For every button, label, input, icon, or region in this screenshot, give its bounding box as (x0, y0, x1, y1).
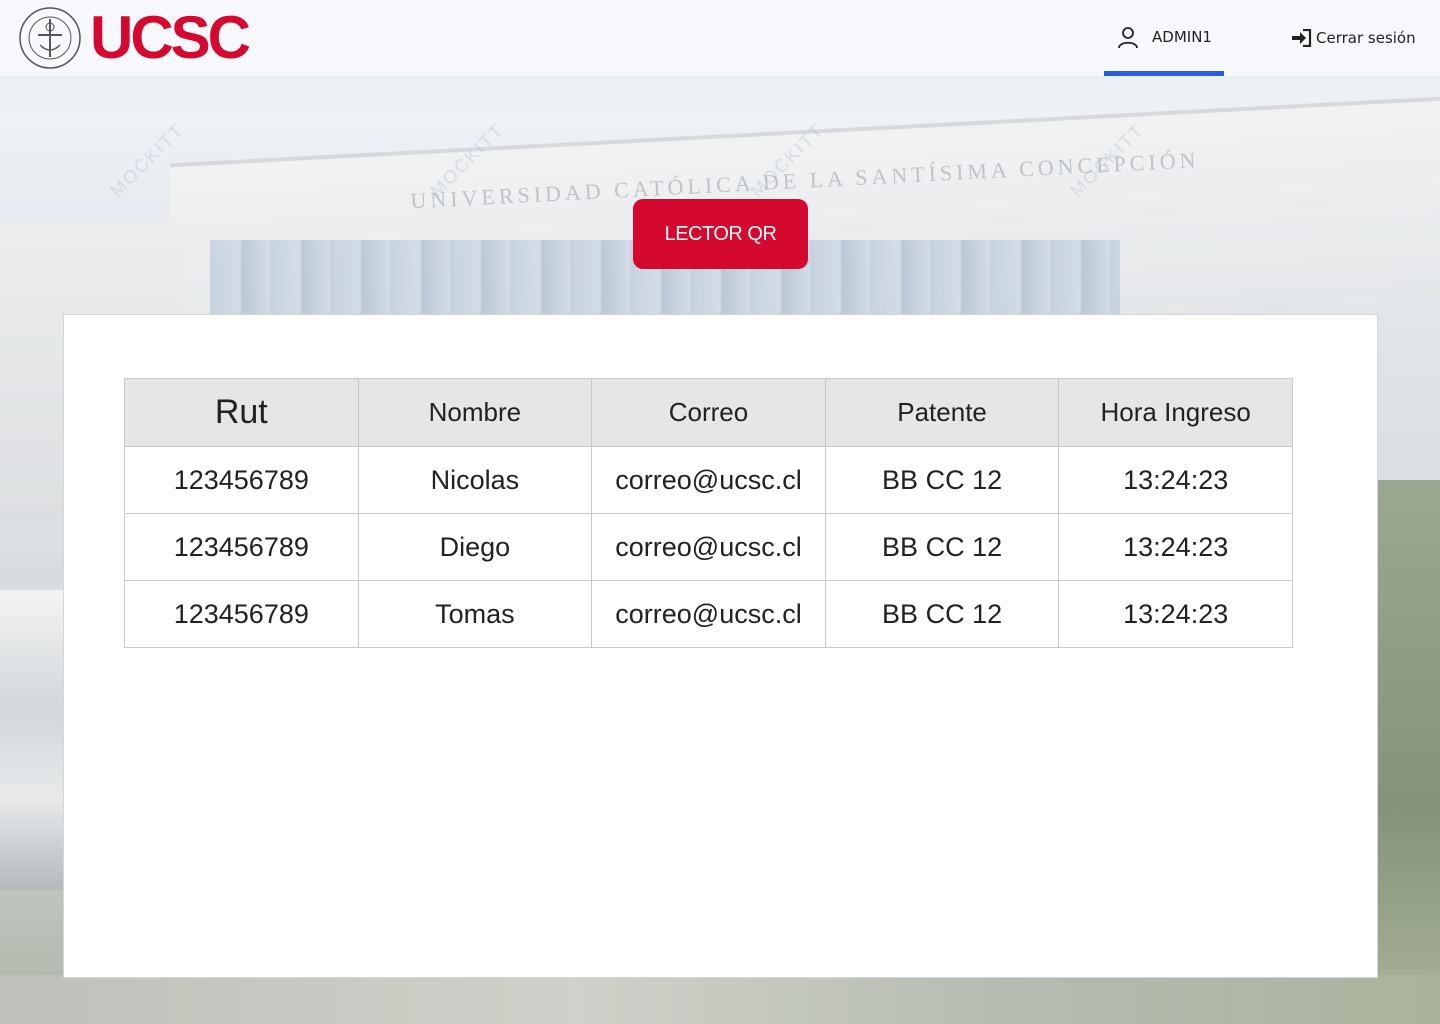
ucsc-logo[interactable]: UCSC (90, 4, 251, 72)
cell-nombre: Diego (357, 513, 593, 581)
cell-rut: 123456789 (124, 446, 359, 514)
records-panel: Rut Nombre Correo Patente Hora Ingreso 1… (63, 314, 1378, 978)
table-row: 123456789 Nicolas correo@ucsc.cl BB CC 1… (124, 446, 1293, 514)
user-name-label: ADMIN1 (1152, 27, 1212, 46)
cell-rut: 123456789 (124, 513, 359, 581)
cell-nombre: Nicolas (357, 446, 593, 514)
cell-correo: correo@ucsc.cl (591, 580, 826, 648)
cell-patente: BB CC 12 (824, 580, 1060, 648)
university-seal-icon (19, 7, 81, 69)
user-profile-tab[interactable]: ADMIN1 (1104, 0, 1224, 76)
logout-button[interactable]: Cerrar sesión (1292, 26, 1416, 50)
entry-records-table: Rut Nombre Correo Patente Hora Ingreso 1… (124, 378, 1293, 648)
table-header-row: Rut Nombre Correo Patente Hora Ingreso (124, 378, 1293, 447)
top-navbar: UCSC ADMIN1 Cerrar sesión (0, 0, 1440, 76)
user-icon (1118, 26, 1138, 48)
cell-hora-ingreso: 13:24:23 (1058, 580, 1293, 648)
column-header-nombre: Nombre (357, 378, 593, 447)
cell-rut: 123456789 (124, 580, 359, 648)
cell-patente: BB CC 12 (824, 513, 1060, 581)
cell-correo: correo@ucsc.cl (591, 446, 826, 514)
column-header-hora-ingreso: Hora Ingreso (1058, 378, 1293, 447)
cell-patente: BB CC 12 (824, 446, 1060, 514)
column-header-patente: Patente (824, 378, 1060, 447)
table-row: 123456789 Tomas correo@ucsc.cl BB CC 12 … (124, 580, 1293, 648)
cell-hora-ingreso: 13:24:23 (1058, 513, 1293, 581)
table-row: 123456789 Diego correo@ucsc.cl BB CC 12 … (124, 513, 1293, 581)
sign-in-icon (1292, 29, 1312, 47)
logout-label: Cerrar sesión (1316, 29, 1416, 47)
qr-reader-button[interactable]: LECTOR QR (633, 199, 808, 269)
cell-nombre: Tomas (357, 580, 593, 648)
column-header-rut: Rut (124, 378, 359, 447)
cell-correo: correo@ucsc.cl (591, 513, 826, 581)
cell-hora-ingreso: 13:24:23 (1058, 446, 1293, 514)
column-header-correo: Correo (591, 378, 826, 447)
